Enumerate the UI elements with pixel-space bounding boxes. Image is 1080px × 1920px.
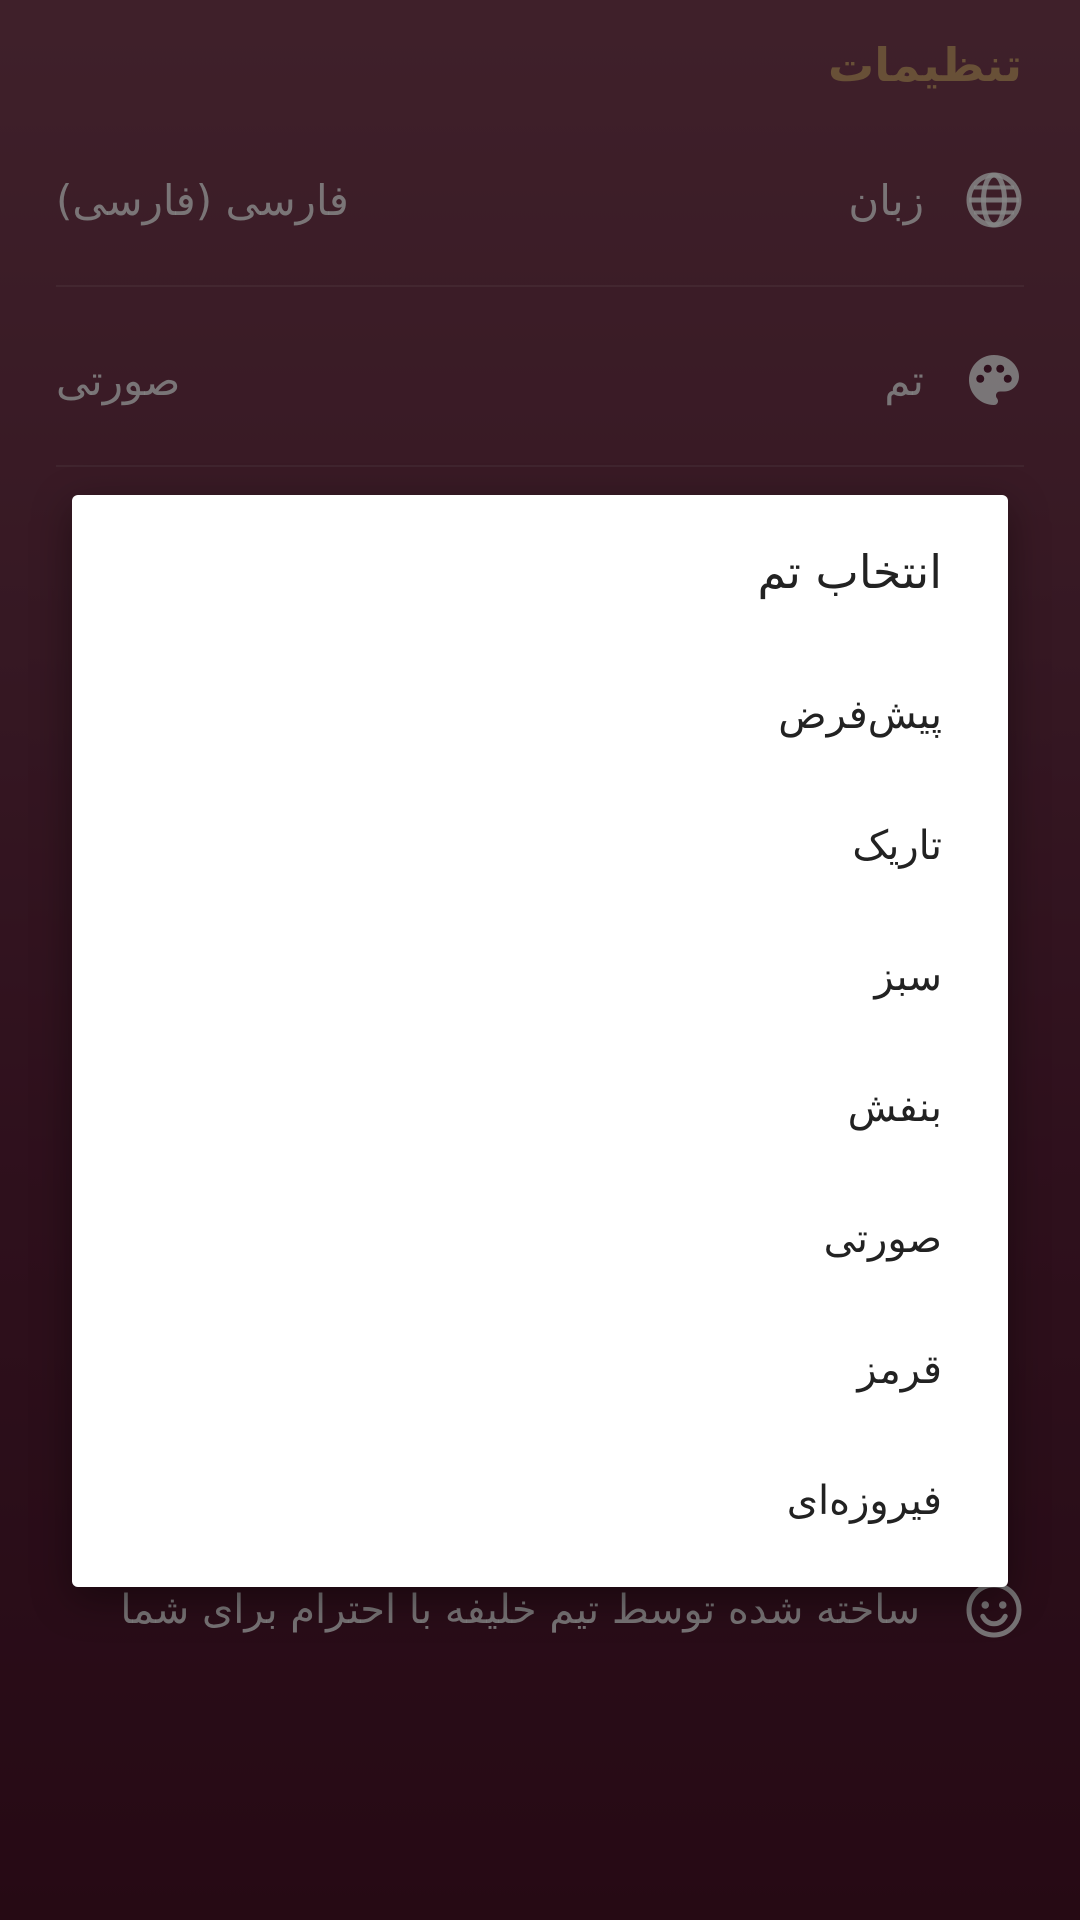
theme-option-green[interactable]: سبز bbox=[72, 911, 1008, 1042]
theme-option-pink[interactable]: صورتی bbox=[72, 1173, 1008, 1304]
theme-option-turquoise[interactable]: فیروزه‌ای bbox=[72, 1435, 1008, 1566]
dialog-title: انتخاب تم bbox=[757, 545, 942, 599]
theme-option-red[interactable]: قرمز bbox=[72, 1304, 1008, 1435]
theme-dialog: انتخاب تم پیش‌فرض تاریک سبز بنفش صورتی ق… bbox=[72, 495, 1008, 1587]
theme-option-default[interactable]: پیش‌فرض bbox=[72, 649, 1008, 780]
theme-option-purple[interactable]: بنفش bbox=[72, 1042, 1008, 1173]
theme-option-dark[interactable]: تاریک bbox=[72, 780, 1008, 911]
theme-options-list: پیش‌فرض تاریک سبز بنفش صورتی قرمز فیروزه… bbox=[72, 649, 1008, 1566]
